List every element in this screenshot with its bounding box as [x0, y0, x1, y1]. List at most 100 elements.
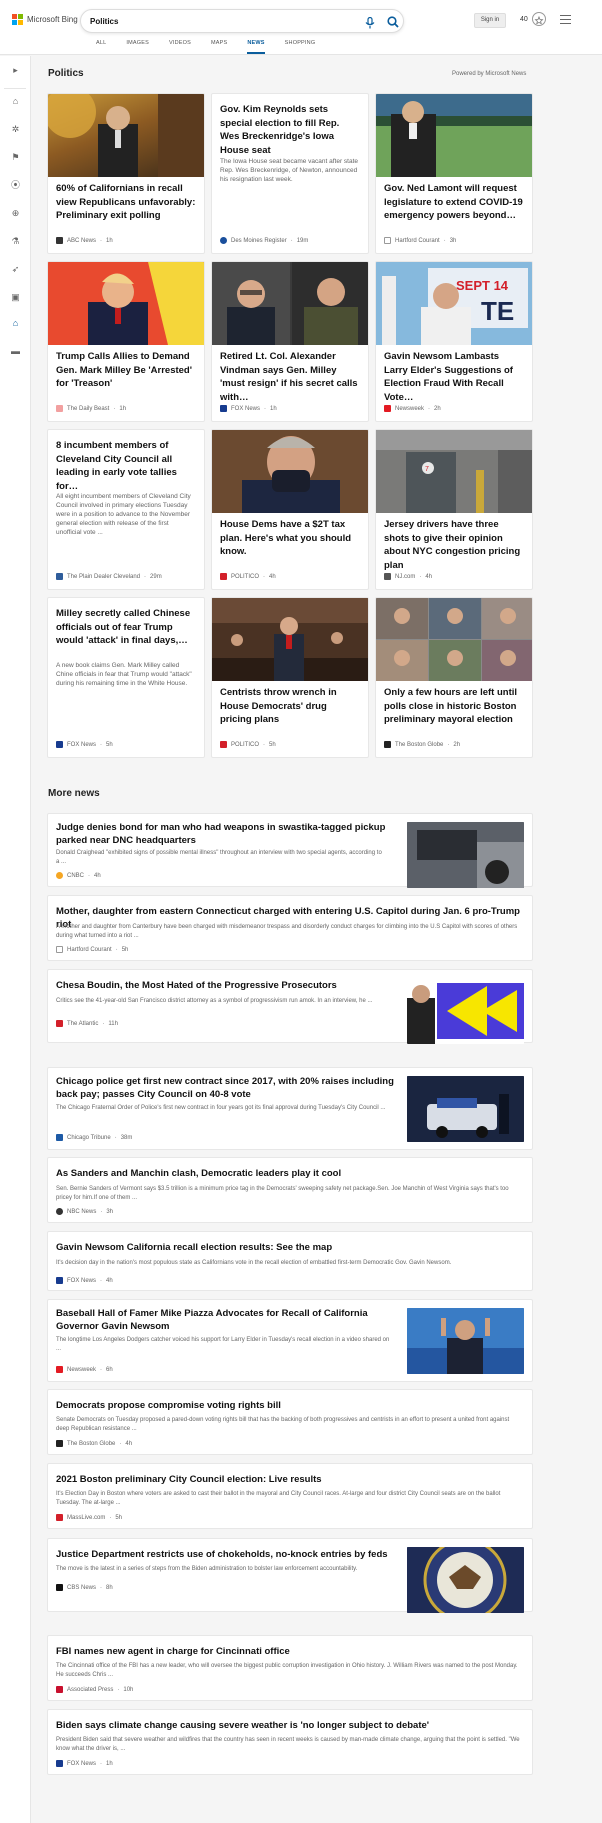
list-item[interactable]: 2021 Boston preliminary City Council ele…	[47, 1463, 533, 1529]
nbc-news-logo-icon	[56, 1208, 63, 1215]
microscope-icon[interactable]: ⚗	[10, 236, 21, 247]
list-item[interactable]: Chesa Boudin, the Most Hated of the Prog…	[47, 969, 533, 1044]
card-title[interactable]: Milley secretly called Chinese officials…	[56, 607, 196, 648]
list-item[interactable]: FBI names new agent in charge for Cincin…	[47, 1635, 533, 1701]
news-card[interactable]: 8 incumbent members of Cleveland City Co…	[47, 429, 205, 590]
tab-news[interactable]: NEWS	[237, 40, 274, 55]
list-item[interactable]: Baseball Hall of Famer Mike Piazza Advoc…	[47, 1299, 533, 1382]
wallet-icon[interactable]: ▬	[10, 346, 21, 357]
news-headline[interactable]: Justice Department restricts use of chok…	[56, 1548, 406, 1561]
card-image: 7	[376, 430, 532, 513]
newsweek-logo-icon	[56, 1366, 63, 1373]
news-thumbnail	[407, 1547, 524, 1613]
politico-logo-icon	[220, 573, 227, 580]
card-title[interactable]: Only a few hours are left until polls cl…	[384, 686, 524, 727]
news-thumbnail	[407, 822, 524, 888]
list-item[interactable]: Mother, daughter from eastern Connecticu…	[47, 895, 533, 961]
card-title[interactable]: Jersey drivers have three shots to give …	[384, 518, 524, 572]
plain-dealer-logo-icon	[56, 573, 63, 580]
sign-in-button[interactable]: Sign in	[474, 13, 506, 28]
search-input[interactable]	[90, 14, 340, 29]
card-source: POLITICO · 5h	[220, 741, 276, 748]
card-source: NJ.com · 4h	[384, 573, 432, 580]
card-title[interactable]: 60% of Californians in recall view Repub…	[56, 182, 196, 223]
news-headline[interactable]: 2021 Boston preliminary City Council ele…	[56, 1473, 526, 1486]
location-icon[interactable]: ⦿	[10, 180, 21, 191]
fox-news-logo-icon	[220, 405, 227, 412]
card-title[interactable]: Gavin Newsom Lambasts Larry Elder's Sugg…	[384, 350, 524, 404]
tab-maps[interactable]: MAPS	[201, 40, 237, 55]
news-card[interactable]: Trump Calls Allies to Demand Gen. Mark M…	[47, 261, 205, 422]
bing-logo[interactable]: Microsoft Bing	[12, 14, 78, 25]
news-description: President Biden said that severe weather…	[56, 1737, 520, 1752]
news-description: Critics see the 41-year-old San Francisc…	[56, 998, 373, 1004]
news-card[interactable]: Gov. Ned Lamont will request legislature…	[375, 93, 533, 254]
news-headline[interactable]: Gavin Newsom California recall election …	[56, 1241, 526, 1254]
list-item[interactable]: Judge denies bond for man who had weapon…	[47, 813, 533, 888]
list-item[interactable]: Justice Department restricts use of chok…	[47, 1538, 533, 1613]
list-item[interactable]: Democrats propose compromise voting righ…	[47, 1389, 533, 1455]
microphone-icon[interactable]	[365, 16, 375, 34]
news-source: Associated Press · 10h	[56, 1686, 133, 1693]
news-headline[interactable]: Judge denies bond for man who had weapon…	[56, 821, 406, 847]
news-headline[interactable]: Chicago police get first new contract si…	[56, 1075, 406, 1101]
globe-icon[interactable]: ⊕	[10, 208, 21, 219]
menu-icon[interactable]	[560, 15, 571, 27]
film-icon[interactable]: ▣	[10, 292, 21, 303]
card-title[interactable]: Trump Calls Allies to Demand Gen. Mark M…	[56, 350, 196, 391]
news-source: Newsweek · 6h	[56, 1366, 113, 1373]
card-title[interactable]: Centrists throw wrench in House Democrat…	[220, 686, 360, 727]
news-headline[interactable]: Democrats propose compromise voting righ…	[56, 1399, 526, 1412]
news-card[interactable]: Only a few hours are left until polls cl…	[375, 597, 533, 758]
news-headline[interactable]: Baseball Hall of Famer Mike Piazza Advoc…	[56, 1307, 406, 1333]
news-card[interactable]: Milley secretly called Chinese officials…	[47, 597, 205, 758]
news-card[interactable]: 7 Jersey drivers have three shots to giv…	[375, 429, 533, 590]
card-title[interactable]: Retired Lt. Col. Alexander Vindman says …	[220, 350, 360, 404]
news-headline[interactable]: Biden says climate change causing severe…	[56, 1719, 526, 1732]
rocket-icon[interactable]: ➶	[10, 264, 21, 275]
news-source: NBC News · 3h	[56, 1208, 113, 1215]
coronavirus-icon[interactable]: ✲	[10, 124, 21, 135]
news-headline[interactable]: As Sanders and Manchin clash, Democratic…	[56, 1167, 526, 1180]
search-icon[interactable]	[387, 15, 399, 33]
politics-icon[interactable]: ⌂	[10, 318, 21, 329]
home-icon[interactable]: ⌂	[10, 96, 21, 107]
list-item[interactable]: Gavin Newsom California recall election …	[47, 1231, 533, 1291]
list-item[interactable]: Chicago police get first new contract si…	[47, 1067, 533, 1150]
news-card[interactable]: House Dems have a $2T tax plan. Here's w…	[211, 429, 369, 590]
news-headline[interactable]: FBI names new agent in charge for Cincin…	[56, 1645, 526, 1658]
tab-shopping[interactable]: SHOPPING	[275, 40, 326, 55]
newsweek-logo-icon	[384, 405, 391, 412]
card-title[interactable]: Gov. Kim Reynolds sets special election …	[220, 103, 360, 157]
boston-globe-logo-icon	[56, 1440, 63, 1447]
card-title[interactable]: House Dems have a $2T tax plan. Here's w…	[220, 518, 360, 559]
flag-icon[interactable]: ⚑	[10, 152, 21, 163]
tab-images[interactable]: IMAGES	[116, 40, 159, 55]
news-card[interactable]: Centrists throw wrench in House Democrat…	[211, 597, 369, 758]
cbs-news-logo-icon	[56, 1584, 63, 1591]
news-card[interactable]: Retired Lt. Col. Alexander Vindman says …	[211, 261, 369, 422]
njcom-logo-icon	[384, 573, 391, 580]
news-card[interactable]: Gov. Kim Reynolds sets special election …	[211, 93, 369, 254]
news-headline[interactable]: Chesa Boudin, the Most Hated of the Prog…	[56, 979, 406, 992]
news-card[interactable]: SEPT 14 TE Gavin Newsom Lambasts Larry El…	[375, 261, 533, 422]
politico-logo-icon	[220, 741, 227, 748]
news-source: Chicago Tribune · 38m	[56, 1134, 132, 1141]
rewards-points[interactable]: 40	[520, 16, 528, 23]
news-description: The Cincinnati office of the FBI has a n…	[56, 1663, 518, 1678]
associated-press-logo-icon	[56, 1686, 63, 1693]
card-title[interactable]: 8 incumbent members of Cleveland City Co…	[56, 439, 196, 493]
abc-news-logo-icon	[56, 237, 63, 244]
atlantic-logo-icon	[56, 1020, 63, 1027]
list-item[interactable]: As Sanders and Manchin clash, Democratic…	[47, 1157, 533, 1223]
card-title[interactable]: Gov. Ned Lamont will request legislature…	[384, 182, 524, 223]
rewards-icon[interactable]	[532, 12, 546, 26]
des-moines-register-logo-icon	[220, 237, 227, 244]
tab-all[interactable]: ALL	[86, 40, 116, 55]
expand-rail-icon[interactable]: ▸	[10, 65, 21, 76]
news-description: Sen. Bernie Sanders of Vermont says $3.5…	[56, 1186, 509, 1201]
news-card[interactable]: 60% of Californians in recall view Repub…	[47, 93, 205, 254]
list-item[interactable]: Biden says climate change causing severe…	[47, 1709, 533, 1775]
tab-videos[interactable]: VIDEOS	[159, 40, 201, 55]
left-rail: ▸ ⌂ ✲ ⚑ ⦿ ⊕ ⚗ ➶ ▣ ⌂ ▬	[0, 56, 31, 1823]
